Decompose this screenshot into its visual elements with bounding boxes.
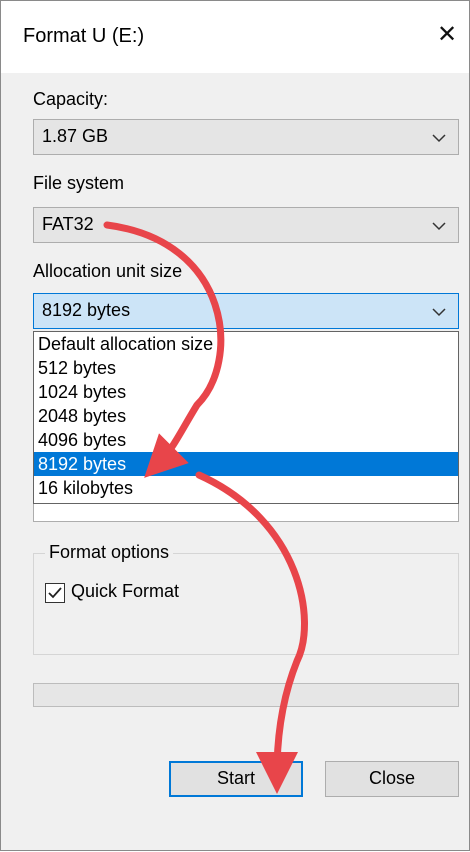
capacity-label: Capacity:: [33, 89, 109, 109]
chevron-down-icon: [432, 308, 446, 317]
quick-format-checkbox[interactable]: [45, 583, 65, 603]
obscured-field: [33, 504, 459, 522]
dropdown-option[interactable]: 2048 bytes: [34, 404, 458, 428]
dropdown-option-selected[interactable]: 8192 bytes: [34, 452, 458, 476]
dropdown-option[interactable]: 16 kilobytes: [34, 476, 458, 500]
capacity-value: 1.87 GB: [42, 126, 109, 146]
capacity-select[interactable]: 1.87 GB: [33, 119, 459, 155]
checkmark-icon: [48, 587, 62, 599]
dropdown-option[interactable]: 4096 bytes: [34, 428, 458, 452]
chevron-down-icon: [432, 134, 446, 143]
file-system-value: FAT32: [42, 214, 94, 234]
dropdown-option[interactable]: Default allocation size: [34, 332, 458, 356]
allocation-unit-select[interactable]: 8192 bytes: [33, 293, 459, 329]
close-button[interactable]: Close: [325, 761, 459, 797]
file-system-select[interactable]: FAT32: [33, 207, 459, 243]
dropdown-option[interactable]: 1024 bytes: [34, 380, 458, 404]
start-button[interactable]: Start: [169, 761, 303, 797]
title-bar: Format U (E:) ✕: [1, 1, 469, 73]
allocation-unit-dropdown-list: Default allocation size 512 bytes 1024 b…: [33, 331, 459, 504]
close-icon[interactable]: ✕: [435, 23, 459, 47]
format-progress-bar: [33, 683, 459, 707]
format-options-label: Format options: [45, 542, 174, 563]
file-system-label: File system: [33, 173, 125, 193]
window-title: Format U (E:): [23, 25, 145, 47]
allocation-unit-label: Allocation unit size: [33, 261, 183, 281]
allocation-unit-value: 8192 bytes: [42, 300, 131, 320]
dropdown-option[interactable]: 512 bytes: [34, 356, 458, 380]
quick-format-label[interactable]: Quick Format: [71, 581, 179, 602]
format-options-group: [33, 553, 459, 655]
format-dialog: Format U (E:) ✕ Capacity: 1.87 GB File s…: [0, 0, 470, 851]
chevron-down-icon: [432, 222, 446, 231]
